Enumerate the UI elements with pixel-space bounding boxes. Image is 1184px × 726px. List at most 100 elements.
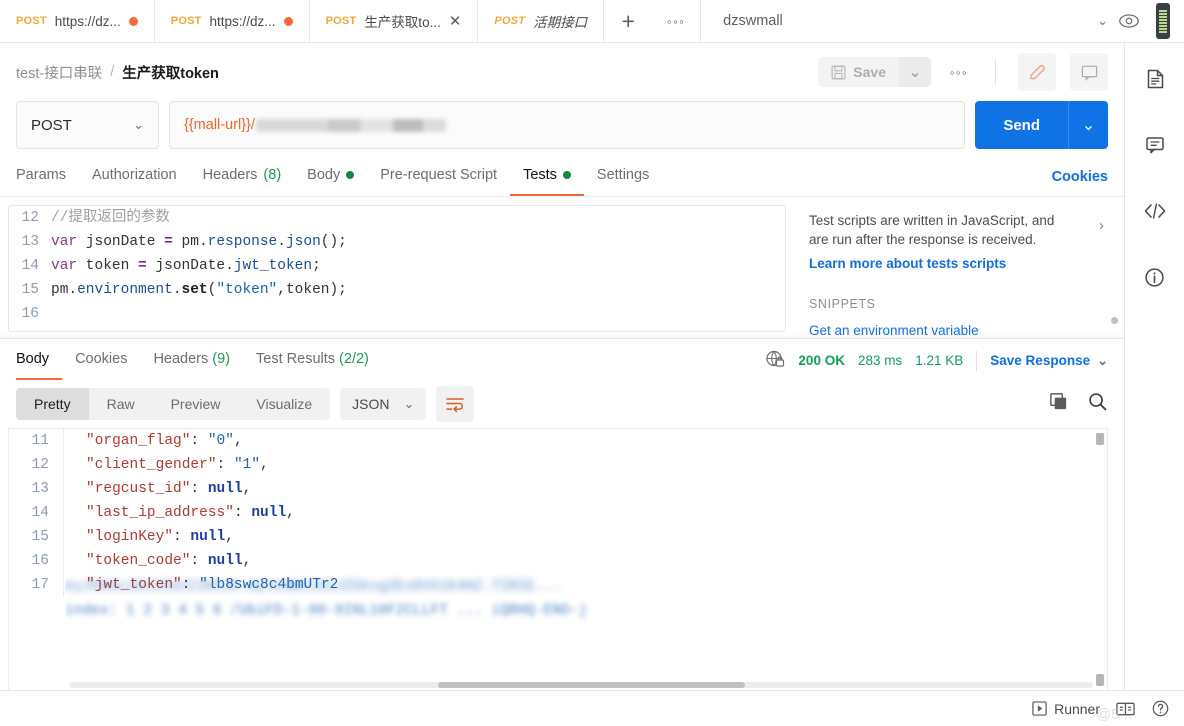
help-icon: [1152, 700, 1169, 717]
environment-selector[interactable]: dzswmall ⌄: [701, 0, 1184, 42]
tab-label: Body: [16, 351, 50, 367]
tab-body[interactable]: Body: [294, 157, 367, 196]
tab-label: Headers: [153, 351, 209, 367]
snippets-scroll-indicator[interactable]: [1111, 317, 1118, 324]
tab-label: Tests: [523, 167, 557, 183]
tab-headers[interactable]: Headers (8): [190, 157, 295, 196]
chevron-right-icon[interactable]: ›: [1099, 217, 1104, 234]
tab-label: Settings: [596, 167, 650, 183]
chevron-down-icon[interactable]: ⌄: [1097, 13, 1108, 29]
tab-label: Body: [307, 167, 341, 183]
response-tab-headers[interactable]: Headers (9): [140, 341, 243, 380]
edit-button[interactable]: [1018, 53, 1056, 91]
scrollbar-thumb-bottom[interactable]: [1096, 674, 1104, 686]
view-mode-pretty[interactable]: Pretty: [16, 388, 89, 420]
line-number: 13: [21, 234, 39, 250]
code-line: 12 "client_gender": "1",: [9, 453, 1107, 477]
tab-bar-actions: + ◦◦◦: [604, 0, 702, 43]
redacted-line-2: index: 1 2 3 4 5 6 /UbiFD-1-00-9INL10F2C…: [65, 603, 588, 619]
help-button[interactable]: [1151, 699, 1170, 718]
request-more-button[interactable]: ◦◦◦: [941, 56, 977, 88]
tab-title: 活期接口: [533, 15, 588, 30]
url-input[interactable]: {{mall-url}}/: [169, 101, 966, 149]
save-response-button[interactable]: Save Response ⌄: [990, 353, 1108, 369]
search-button[interactable]: [1087, 391, 1108, 417]
copy-button[interactable]: [1048, 391, 1069, 417]
send-options-button[interactable]: ⌄: [1068, 101, 1108, 149]
response-horizontal-scrollbar[interactable]: [69, 682, 1093, 688]
unsaved-dot-icon: [283, 16, 293, 26]
tab-authorization[interactable]: Authorization: [79, 157, 190, 196]
code-text: //提取返回的参数: [51, 210, 170, 226]
view-mode-visualize[interactable]: Visualize: [238, 388, 330, 420]
line-number: 15: [21, 282, 39, 298]
response-meta: 200 OK 283 ms 1.21 KB Save Response ⌄: [765, 349, 1108, 372]
view-mode-preview[interactable]: Preview: [153, 388, 239, 420]
save-button[interactable]: Save: [818, 57, 899, 87]
response-view-mode-group: Pretty Raw Preview Visualize: [16, 388, 331, 420]
http-method-select[interactable]: POST ⌄: [16, 101, 159, 149]
save-button-group: Save ⌄: [818, 57, 931, 87]
breadcrumb-parent[interactable]: test-接口串联: [16, 62, 102, 83]
request-tab-3-active[interactable]: POST 生产获取to... ✕: [309, 0, 479, 42]
line-number: 11: [31, 433, 49, 449]
new-tab-button[interactable]: +: [604, 0, 652, 43]
response-tab-body[interactable]: Body: [16, 341, 63, 380]
tab-params[interactable]: Params: [16, 157, 79, 196]
documentation-button[interactable]: [1135, 61, 1175, 97]
sidebar-scroll-indicator: [1156, 3, 1170, 39]
response-format-select[interactable]: JSON ⌄: [340, 388, 427, 420]
url-bar: POST ⌄ {{mall-url}}/ Send ⌄: [0, 101, 1124, 149]
page-title: 生产获取token: [122, 65, 219, 82]
cookies-link[interactable]: Cookies: [1052, 169, 1108, 185]
tab-more-button[interactable]: ◦◦◦: [652, 0, 700, 43]
response-time: 283 ms: [857, 353, 903, 368]
response-tab-cookies[interactable]: Cookies: [62, 341, 140, 380]
request-tab-4[interactable]: POST 活期接口: [478, 0, 605, 42]
request-header-row: test-接口串联 / 生产获取token Save ⌄ ◦◦◦: [0, 43, 1124, 101]
code-line: 15 pm.environment.set("token",token);: [9, 278, 785, 302]
line-number: 15: [31, 529, 49, 545]
send-label: Send: [1003, 116, 1040, 134]
tab-tests[interactable]: Tests: [510, 157, 584, 196]
comments-button[interactable]: [1135, 127, 1175, 163]
environment-name: dzswmall: [723, 13, 783, 29]
toggle-two-pane-button[interactable]: [1116, 701, 1135, 717]
response-tab-test-results[interactable]: Test Results (2/2): [243, 341, 382, 380]
request-tab-1[interactable]: POST https://dz...: [0, 0, 155, 42]
line-number: 17: [31, 577, 49, 593]
code-line: 11 "organ_flag": "0",: [9, 429, 1107, 453]
send-button[interactable]: Send: [975, 101, 1068, 149]
tab-method: POST: [16, 15, 47, 27]
eye-icon[interactable]: [1118, 13, 1140, 29]
snippet-item-get-environment-variable[interactable]: Get an environment variable: [809, 323, 1102, 338]
request-response-column: test-接口串联 / 生产获取token Save ⌄ ◦◦◦ POST ⌄ …: [0, 43, 1125, 690]
code-snippet-button[interactable]: [1135, 193, 1175, 229]
comment-button[interactable]: [1070, 53, 1108, 91]
tab-settings[interactable]: Settings: [584, 157, 662, 196]
runner-button[interactable]: Runner: [1032, 701, 1100, 717]
scrollbar-thumb-top[interactable]: [1096, 433, 1104, 445]
script-code-editor[interactable]: 12 //提取返回的参数 13 var jsonDate = pm.response.…: [8, 205, 786, 332]
save-options-button[interactable]: ⌄: [899, 57, 931, 87]
tab-label: Test Results: [256, 351, 336, 367]
line-number: 16: [31, 553, 49, 569]
tab-pre-request-script[interactable]: Pre-request Script: [367, 157, 510, 196]
code-line: 16: [9, 302, 785, 326]
response-body-viewer[interactable]: 11 "organ_flag": "0", 12 "client_gender": "…: [8, 428, 1108, 690]
tab-label: Pre-request Script: [380, 167, 498, 183]
tab-label: Params: [16, 167, 66, 183]
tab-list: POST https://dz... POST https://dz... PO…: [0, 0, 605, 42]
close-icon[interactable]: ✕: [449, 14, 462, 29]
request-tab-2[interactable]: POST https://dz...: [155, 0, 310, 42]
save-disk-icon: [831, 65, 846, 79]
line-number: 16: [21, 306, 39, 322]
info-button[interactable]: [1135, 259, 1175, 295]
redacted-line-1: eyJhbGciOiJIUzI1NiJ9.eyJzdWIiOiJZ5kvg2Ex…: [65, 579, 561, 595]
response-vertical-scrollbar[interactable]: [1096, 433, 1104, 686]
snippets-panel: Test scripts are written in JavaScript, …: [794, 197, 1124, 338]
learn-more-link[interactable]: Learn more about tests scripts: [809, 256, 1102, 271]
scrollbar-thumb[interactable]: [437, 682, 745, 688]
word-wrap-button[interactable]: [436, 386, 475, 422]
view-mode-raw[interactable]: Raw: [89, 388, 153, 420]
